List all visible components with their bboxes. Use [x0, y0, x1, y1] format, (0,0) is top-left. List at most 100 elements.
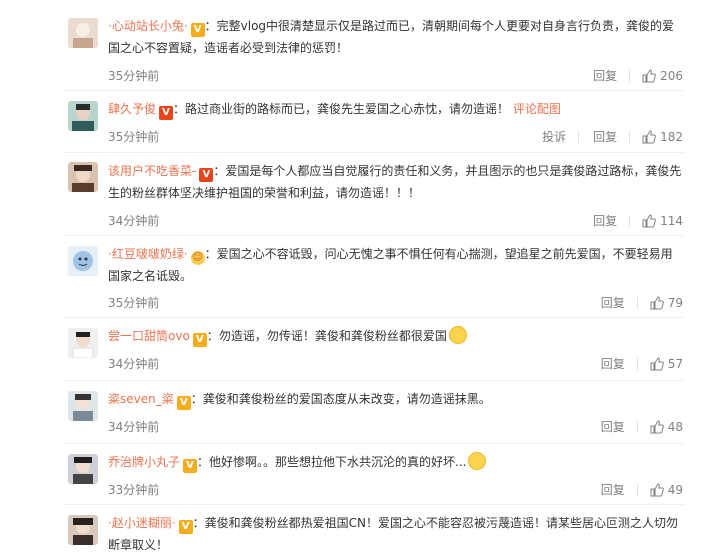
top-strip-dot-1: ·	[120, 0, 124, 6]
avatar[interactable]	[68, 328, 98, 358]
avatar[interactable]	[68, 101, 98, 131]
top-strip: · · ·	[0, 0, 713, 8]
thumbs-up-icon	[642, 129, 656, 143]
emoji-badge-icon: ☺	[190, 251, 205, 265]
comment-meta: 35分钟前 回复 79	[108, 294, 683, 312]
comment-item: ·心动站长小兔· V ：完整vlog中很清楚显示仅是路过而已，清朝期间每个人更要对自…	[64, 8, 683, 91]
comment-body: ·赵小迷糊丽· V ：龚俊和龚俊粉丝都热爱祖国CN！爱国之心不能容忍被污蔑造谣！请某…	[108, 512, 683, 556]
avatar[interactable]	[68, 391, 98, 421]
like-count: 57	[667, 356, 683, 371]
username-link[interactable]: ·红豆啵啵奶绿·	[108, 247, 188, 261]
avatar[interactable]	[68, 515, 98, 545]
username-link[interactable]: 尝一口甜筒ovo	[108, 329, 190, 343]
username-link[interactable]: 肆久予俊	[108, 102, 156, 116]
like-count: 49	[667, 482, 683, 497]
comment-image-link[interactable]: 评论配图	[513, 102, 561, 116]
divider	[629, 130, 631, 143]
avatar-image-icon	[68, 391, 98, 421]
reply-button[interactable]: 回复	[593, 128, 617, 145]
comment-item: 乔治牌小丸子 V ：他好惨啊。。那些想拉他下水共沉沦的真的好坏... 33分钟前 回…	[64, 444, 683, 505]
like-button[interactable]: 49	[650, 483, 683, 497]
top-strip-dot-2: ·	[180, 0, 184, 6]
comment-text: 龚俊和龚俊粉丝的爱国态度从未改变，请勿造谣抹黑。	[202, 392, 491, 406]
avatar-image-icon	[68, 515, 98, 545]
avatar[interactable]	[68, 162, 98, 192]
thumbs-up-icon	[650, 419, 664, 433]
like-button[interactable]: 48	[650, 420, 683, 434]
username-link[interactable]: 粢seven_粢	[108, 392, 174, 406]
colon: ：	[173, 102, 186, 116]
thumbs-up-icon	[650, 356, 664, 370]
comment-actions: 回复 49	[587, 481, 683, 498]
verified-badge-icon: V	[159, 106, 174, 120]
comment-body: 该用户不吃香菜- V ：爱国是每个人都应当自觉履行的责任和义务，并且图示的也只是龚俊…	[108, 160, 683, 204]
comment-meta: 34分钟前 回复 114	[108, 212, 683, 230]
comment-body: ·红豆啵啵奶绿· ☺ ：爱国之心不容诋毁，问心无愧之事不惧任何有心揣测，望追星之前先…	[108, 243, 683, 287]
comment-list: ·心动站长小兔· V ：完整vlog中很清楚显示仅是路过而已，清朝期间每个人更要对自…	[0, 8, 713, 559]
report-button[interactable]: 投诉	[542, 128, 566, 145]
colon: ：	[197, 455, 210, 469]
comment-time: 35分钟前	[108, 296, 160, 310]
comment-meta: 34分钟前 回复 57	[108, 355, 683, 373]
emoji-icon	[448, 326, 467, 344]
comment-body: 粢seven_粢 V ：龚俊和龚俊粉丝的爱国态度从未改变，请勿造谣抹黑。	[108, 388, 683, 410]
comment-item: 该用户不吃香菜- V ：爱国是每个人都应当自觉履行的责任和义务，并且图示的也只是龚俊…	[64, 153, 683, 236]
like-button[interactable]: 79	[650, 296, 683, 310]
reply-button[interactable]: 回复	[593, 212, 617, 229]
like-button[interactable]: 57	[650, 357, 683, 371]
thumbs-up-icon	[650, 295, 664, 309]
comment-actions: 投诉 回复 182	[528, 128, 683, 145]
colon: ：	[204, 19, 217, 33]
like-count: 206	[660, 68, 683, 83]
comment-time: 34分钟前	[108, 214, 160, 228]
like-count: 182	[660, 129, 683, 144]
comment-item: 尝一口甜筒ovo V ：勿造谣，勿传谣！龚俊和龚俊粉丝都很爱国 34分钟前 回复 5…	[64, 318, 683, 381]
verified-badge-icon: V	[192, 333, 207, 347]
divider	[636, 357, 638, 370]
reply-button[interactable]: 回复	[601, 294, 625, 311]
username-link[interactable]: ·心动站长小兔·	[108, 19, 188, 33]
comment-meta: 35分钟前 投诉 回复 182	[108, 128, 683, 146]
like-button[interactable]: 206	[642, 69, 683, 83]
divider	[636, 483, 638, 496]
avatar[interactable]	[68, 18, 98, 48]
comment-actions: 回复 79	[587, 294, 683, 311]
avatar-image-icon	[68, 454, 98, 484]
top-strip-dot-3: ·	[220, 0, 224, 6]
comment-item: 粢seven_粢 V ：龚俊和龚俊粉丝的爱国态度从未改变，请勿造谣抹黑。 34分钟前…	[64, 381, 683, 444]
like-count: 48	[667, 419, 683, 434]
like-button[interactable]: 114	[642, 214, 683, 228]
colon: ：	[204, 247, 217, 261]
comment-text: 路过商业街的路标而已，龚俊先生爱国之心赤忱，请勿造谣！	[185, 102, 510, 116]
like-count: 114	[660, 213, 683, 228]
avatar-image-icon	[68, 162, 98, 192]
verified-badge-icon: V	[199, 168, 214, 182]
avatar-image-icon	[68, 101, 98, 131]
comment-actions: 回复 57	[587, 355, 683, 372]
colon: ：	[213, 164, 226, 178]
avatar-image-icon	[68, 18, 98, 48]
emoji-icon	[468, 452, 487, 470]
thumbs-up-icon	[650, 482, 664, 496]
divider	[636, 420, 638, 433]
username-link[interactable]: ·赵小迷糊丽·	[108, 516, 176, 530]
avatar[interactable]	[68, 454, 98, 484]
divider	[578, 130, 580, 143]
username-link[interactable]: 该用户不吃香菜-	[108, 164, 196, 178]
colon: ：	[206, 329, 219, 343]
comment-body: 乔治牌小丸子 V ：他好惨啊。。那些想拉他下水共沉沦的真的好坏...	[108, 451, 683, 473]
comment-meta: 35分钟前 回复 206	[108, 67, 683, 85]
like-count: 79	[667, 295, 683, 310]
reply-button[interactable]: 回复	[601, 418, 625, 435]
colon: ：	[190, 392, 203, 406]
like-button[interactable]: 182	[642, 130, 683, 144]
comment-meta: 34分钟前 回复 48	[108, 418, 683, 436]
reply-button[interactable]: 回复	[593, 67, 617, 84]
reply-button[interactable]: 回复	[601, 355, 625, 372]
avatar[interactable]	[68, 246, 98, 276]
username-link[interactable]: 乔治牌小丸子	[108, 455, 180, 469]
thumbs-up-icon	[642, 68, 656, 82]
reply-button[interactable]: 回复	[601, 481, 625, 498]
comment-meta: 33分钟前 回复 49	[108, 481, 683, 499]
verified-badge-icon: V	[176, 396, 191, 410]
